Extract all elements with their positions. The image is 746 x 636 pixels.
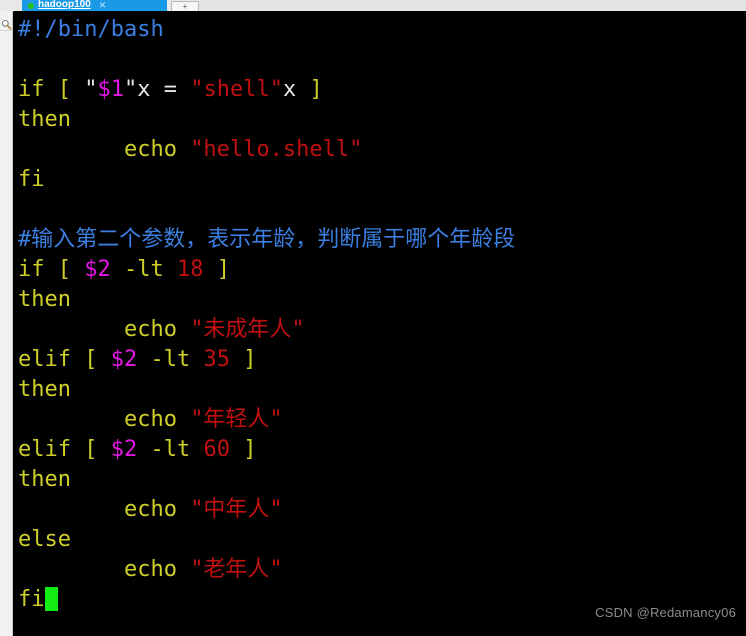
code-line: else xyxy=(18,525,746,555)
code-token-kw: fi xyxy=(18,587,45,612)
tab-label: hadoop100 xyxy=(38,0,91,10)
vim-filler-tilde: ~ xyxy=(18,619,111,636)
watermark-text: CSDN @Redamancy06 xyxy=(595,605,736,620)
code-token-plain: " xyxy=(84,77,98,102)
code-token-num: 35 xyxy=(203,347,230,372)
code-line: then xyxy=(18,105,746,135)
code-line: echo "未成年人" xyxy=(18,315,746,345)
code-token-plain: x xyxy=(282,77,310,102)
code-token-kw: elif [ xyxy=(18,437,111,462)
code-line: #输入第二个参数，表示年龄，判断属于哪个年龄段 xyxy=(18,225,746,255)
terminal-screen[interactable]: #!/bin/bash if [ "$1"x = "shell"x ] then … xyxy=(14,11,746,636)
search-icon[interactable] xyxy=(1,15,12,30)
code-line: elif [ $2 -lt 35 ] xyxy=(18,345,746,375)
code-token-kw: else xyxy=(18,527,71,552)
code-token-str: "老年人" xyxy=(190,557,283,582)
code-token-kw: echo xyxy=(18,137,191,162)
code-token-str: "shell" xyxy=(190,77,283,102)
code-token-kw: -lt xyxy=(110,257,177,282)
tab-bar-gutter xyxy=(0,0,22,11)
code-token-kw: if [ xyxy=(18,77,85,102)
code-token-kw: fi xyxy=(18,167,45,192)
code-token-str: "年轻人" xyxy=(190,407,283,432)
code-line: echo "老年人" xyxy=(18,555,746,585)
code-token-kw: echo xyxy=(18,497,191,522)
code-line: echo "年轻人" xyxy=(18,405,746,435)
text-cursor xyxy=(44,587,58,611)
code-line: echo "中年人" xyxy=(18,495,746,525)
code-token-kw: -lt xyxy=(137,347,204,372)
code-line: echo "hello.shell" xyxy=(18,135,746,165)
code-token-num: 60 xyxy=(203,437,230,462)
strip-divider xyxy=(0,30,13,31)
code-token-plain: "x = xyxy=(123,77,191,102)
code-token-str: "中年人" xyxy=(190,497,283,522)
code-token-kw: ] xyxy=(229,347,257,372)
code-token-str: "hello.shell" xyxy=(190,137,363,162)
code-line: then xyxy=(18,285,746,315)
code-line: elif [ $2 -lt 60 ] xyxy=(18,435,746,465)
script-code-area: #!/bin/bash if [ "$1"x = "shell"x ] then … xyxy=(18,15,746,615)
code-token-var: $2 xyxy=(84,257,111,282)
tab-hadoop100[interactable]: hadoop100 ✕ xyxy=(22,0,167,11)
code-line: then xyxy=(18,465,746,495)
code-token-kw: echo xyxy=(18,317,191,342)
code-token-kw: then xyxy=(18,107,71,132)
code-token-var: $2 xyxy=(110,437,138,462)
new-tab-button[interactable]: + xyxy=(171,1,199,11)
left-tool-strip xyxy=(0,11,13,636)
code-token-num: 18 xyxy=(176,257,204,282)
code-line: #!/bin/bash xyxy=(18,15,746,45)
code-token-kw: echo xyxy=(18,557,191,582)
tab-bar-empty-area xyxy=(199,0,746,11)
code-token-kw: -lt xyxy=(137,437,204,462)
code-token-kw: elif [ xyxy=(18,347,111,372)
code-token-kw: ] xyxy=(229,437,257,462)
code-line: if [ "$1"x = "shell"x ] xyxy=(18,75,746,105)
code-token-var: $1 xyxy=(97,77,124,102)
code-token-kw: then xyxy=(18,377,71,402)
terminal-window: hadoop100 ✕ + #!/bin/bash if [ "$1"x = "… xyxy=(0,0,746,636)
connection-status-dot xyxy=(28,2,34,9)
code-token-kw: ] xyxy=(309,77,323,102)
code-line: then xyxy=(18,375,746,405)
code-token-str: "未成年人" xyxy=(190,317,305,342)
code-token-var: $2 xyxy=(110,347,138,372)
code-token-kw: then xyxy=(18,287,71,312)
close-icon[interactable]: ✕ xyxy=(99,0,107,10)
code-line: if [ $2 -lt 18 ] xyxy=(18,255,746,285)
code-line: fi xyxy=(18,165,746,195)
code-token-kw: then xyxy=(18,467,71,492)
code-token-kw: if [ xyxy=(18,257,85,282)
code-token-kw: ] xyxy=(203,257,230,282)
code-token-comment: #输入第二个参数，表示年龄，判断属于哪个年龄段 xyxy=(18,227,516,252)
code-token-comment: #!/bin/bash xyxy=(18,17,164,42)
code-token-kw: echo xyxy=(18,407,191,432)
